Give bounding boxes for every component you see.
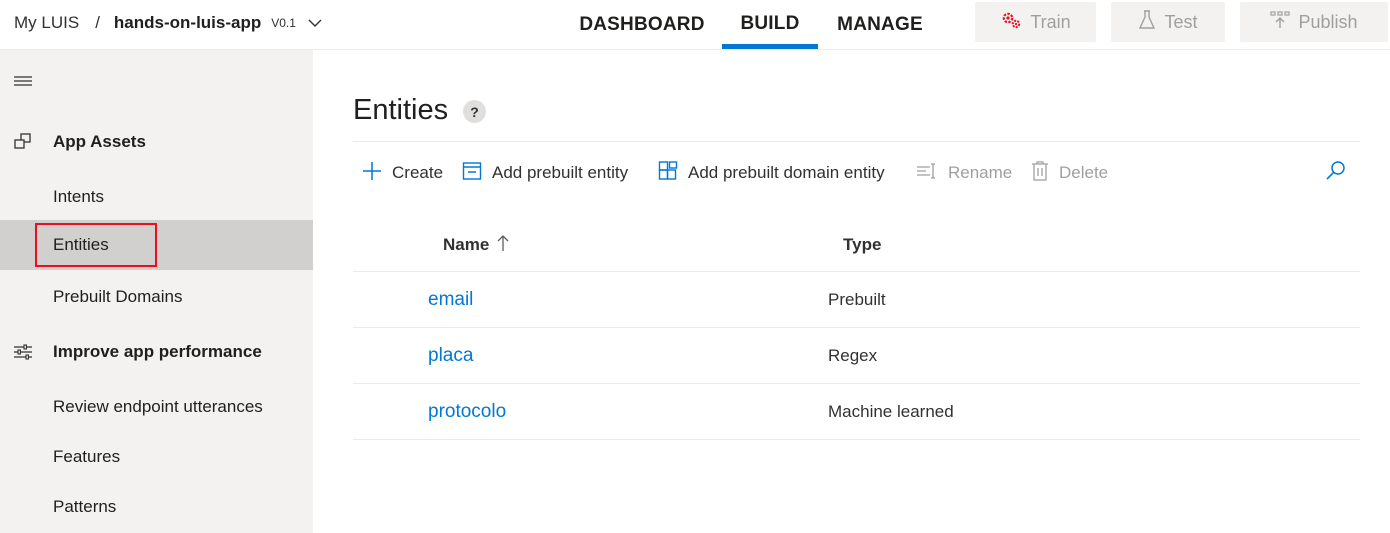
column-header-label: Name: [443, 235, 490, 254]
chevron-down-icon[interactable]: [308, 19, 322, 28]
plus-icon: [362, 161, 382, 186]
app-version: V0.1: [271, 16, 296, 30]
add-domain-label: Add prebuilt domain entity: [688, 163, 885, 182]
publish-icon: [1270, 10, 1291, 35]
train-label: Train: [1030, 11, 1071, 32]
app-name[interactable]: hands-on-luis-app: [114, 13, 261, 33]
sidebar-section-improve-app-performance[interactable]: Improve app performance: [0, 332, 313, 372]
sidebar-item-label: Prebuilt Domains: [53, 287, 183, 306]
entity-type: Machine learned: [828, 402, 954, 421]
column-header-label: Type: [843, 235, 882, 254]
table-row[interactable]: protocolo Machine learned: [353, 384, 1360, 440]
help-icon[interactable]: ?: [463, 100, 486, 123]
table-header: Name Type: [353, 218, 1360, 272]
add-prebuilt-entity-button[interactable]: Add prebuilt entity: [462, 152, 628, 194]
search-icon: [1325, 160, 1347, 187]
sidebar-item-review-endpoint-utterances[interactable]: Review endpoint utterances: [0, 382, 313, 432]
search-button[interactable]: [1325, 152, 1347, 194]
app-assets-icon: [13, 132, 33, 152]
rename-icon: [916, 161, 938, 186]
breadcrumb: My LUIS / hands-on-luis-app V0.1: [14, 0, 322, 46]
sidebar-section-label: Improve app performance: [53, 342, 262, 361]
title-divider: [353, 141, 1360, 142]
flask-icon: [1138, 9, 1156, 35]
breadcrumb-my-luis[interactable]: My LUIS: [14, 13, 79, 33]
sidebar-section-label: App Assets: [53, 132, 146, 151]
sidebar: App Assets Intents Entities Prebuilt Dom…: [0, 50, 313, 533]
create-label: Create: [392, 163, 444, 182]
tab-manage[interactable]: MANAGE: [820, 0, 940, 50]
top-bar: My LUIS / hands-on-luis-app V0.1 DASHBOA…: [0, 0, 1390, 50]
column-header-type[interactable]: Type: [843, 218, 881, 272]
train-button[interactable]: Train: [975, 2, 1096, 42]
table-row[interactable]: placa Regex: [353, 328, 1360, 384]
domain-entity-icon: [658, 160, 678, 186]
highlight-annotation-box: [35, 223, 157, 267]
test-label: Test: [1164, 11, 1198, 32]
tab-build[interactable]: BUILD: [722, 0, 818, 49]
sidebar-item-label: Intents: [53, 187, 105, 206]
add-prebuilt-label: Add prebuilt entity: [492, 163, 629, 182]
add-prebuilt-domain-entity-button[interactable]: Add prebuilt domain entity: [658, 152, 885, 194]
test-button[interactable]: Test: [1111, 2, 1225, 42]
hamburger-menu-icon[interactable]: [14, 74, 32, 88]
delete-label: Delete: [1059, 163, 1109, 182]
sort-ascending-icon: [497, 234, 509, 257]
rename-label: Rename: [948, 163, 1013, 182]
sidebar-item-label: Patterns: [53, 497, 117, 516]
sidebar-item-label: Review endpoint utterances: [53, 397, 263, 416]
rename-button[interactable]: Rename: [916, 152, 1012, 194]
main-content: Entities ? Create Add prebuilt entity Ad…: [313, 50, 1390, 533]
trash-icon: [1031, 160, 1049, 186]
entity-name-link[interactable]: email: [428, 272, 473, 328]
create-button[interactable]: Create: [362, 152, 443, 194]
sidebar-item-intents[interactable]: Intents: [0, 172, 313, 222]
entity-type: Prebuilt: [828, 290, 886, 309]
sidebar-item-label: Features: [53, 447, 121, 466]
prebuilt-entity-icon: [462, 161, 482, 186]
entity-type: Regex: [828, 346, 878, 365]
sidebar-section-app-assets[interactable]: App Assets: [0, 122, 313, 162]
page-title: Entities: [353, 94, 449, 126]
entity-name-link[interactable]: placa: [428, 328, 473, 384]
publish-button[interactable]: Publish: [1240, 2, 1388, 42]
delete-button[interactable]: Delete: [1031, 152, 1108, 194]
entity-toolbar: Create Add prebuilt entity Add prebuilt …: [353, 152, 1360, 194]
sidebar-item-patterns[interactable]: Patterns: [0, 482, 313, 532]
publish-label: Publish: [1298, 11, 1358, 32]
breadcrumb-separator: /: [95, 13, 100, 32]
entity-name-link[interactable]: protocolo: [428, 384, 506, 440]
tab-dashboard[interactable]: DASHBOARD: [566, 0, 718, 50]
sliders-icon: [13, 342, 33, 362]
table-row[interactable]: email Prebuilt: [353, 272, 1360, 328]
sidebar-item-features[interactable]: Features: [0, 432, 313, 482]
column-header-name[interactable]: Name: [443, 218, 509, 272]
entities-table: Name Type email Prebuilt placa Regex pro…: [353, 218, 1360, 440]
sidebar-item-prebuilt-domains[interactable]: Prebuilt Domains: [0, 272, 313, 322]
gears-icon: [1000, 10, 1022, 35]
